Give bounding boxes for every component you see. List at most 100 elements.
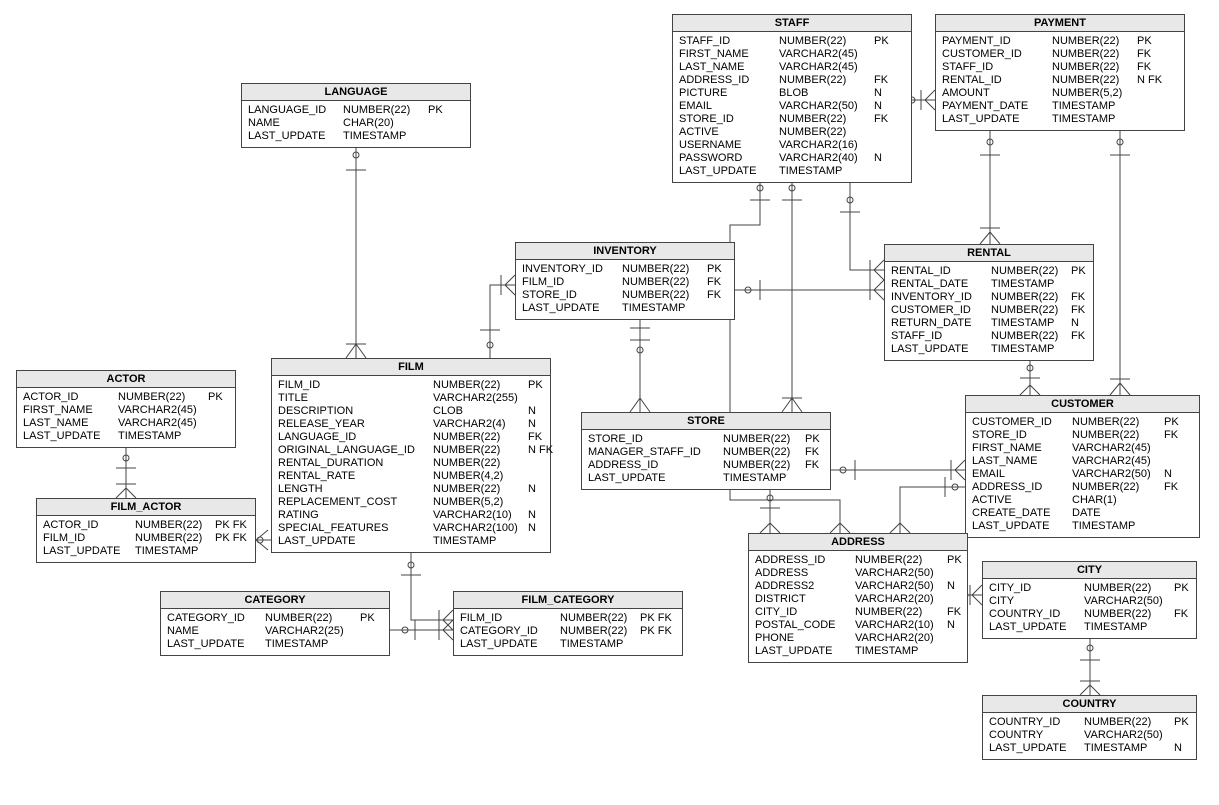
column-type: NUMBER(22): [855, 606, 947, 619]
column-flags: [1071, 343, 1093, 356]
entity-actor[interactable]: ACTORACTOR_IDNUMBER(22)PKFIRST_NAMEVARCH…: [16, 370, 236, 448]
column-name: LAST_UPDATE: [989, 742, 1084, 755]
column-row: STORE_IDNUMBER(22)FK: [522, 289, 728, 302]
column-flags: [947, 645, 969, 658]
column-flags: PK FK: [215, 519, 255, 532]
entity-columns: ACTOR_IDNUMBER(22)PKFIRST_NAMEVARCHAR2(4…: [17, 388, 235, 447]
column-flags: FK: [1071, 330, 1093, 343]
column-name: ADDRESS_ID: [588, 459, 723, 472]
column-row: RETURN_DATETIMESTAMPN: [891, 317, 1087, 330]
entity-country[interactable]: COUNTRYCOUNTRY_IDNUMBER(22)PKCOUNTRYVARC…: [982, 695, 1197, 760]
entity-columns: STAFF_IDNUMBER(22)PKFIRST_NAMEVARCHAR2(4…: [673, 32, 911, 182]
column-name: LENGTH: [278, 483, 433, 496]
column-name: STAFF_ID: [679, 35, 779, 48]
entity-title: STORE: [582, 413, 830, 430]
column-row: DISTRICTVARCHAR2(20): [755, 593, 961, 606]
entity-film_actor[interactable]: FILM_ACTORACTOR_IDNUMBER(22)PK FKFILM_ID…: [36, 498, 256, 563]
column-type: NUMBER(22): [135, 532, 215, 545]
column-row: FILM_IDNUMBER(22)PK FK: [43, 532, 249, 545]
column-name: REPLACEMENT_COST: [278, 496, 433, 509]
entity-film[interactable]: FILMFILM_IDNUMBER(22)PKTITLEVARCHAR2(255…: [271, 358, 551, 553]
column-flags: [874, 139, 898, 152]
column-flags: [208, 404, 230, 417]
column-row: SPECIAL_FEATURESVARCHAR2(100)N: [278, 522, 544, 535]
column-flags: PK: [947, 554, 969, 567]
column-name: FIRST_NAME: [23, 404, 118, 417]
entity-payment[interactable]: PAYMENTPAYMENT_IDNUMBER(22)PKCUSTOMER_ID…: [935, 14, 1185, 131]
entity-staff[interactable]: STAFFSTAFF_IDNUMBER(22)PKFIRST_NAMEVARCH…: [672, 14, 912, 183]
column-type: NUMBER(22): [1072, 416, 1164, 429]
column-type: TIMESTAMP: [1072, 520, 1164, 533]
column-type: NUMBER(22): [1052, 35, 1137, 48]
entity-address[interactable]: ADDRESSADDRESS_IDNUMBER(22)PKADDRESSVARC…: [748, 533, 968, 663]
column-type: VARCHAR2(20): [855, 632, 947, 645]
column-type: VARCHAR2(50): [1072, 468, 1164, 481]
entity-city[interactable]: CITYCITY_IDNUMBER(22)PKCITYVARCHAR2(50)C…: [982, 561, 1197, 639]
column-flags: [208, 417, 230, 430]
column-row: LAST_UPDATETIMESTAMP: [460, 638, 676, 651]
column-type: VARCHAR2(45): [118, 404, 208, 417]
column-type: NUMBER(22): [779, 74, 874, 87]
entity-inventory[interactable]: INVENTORYINVENTORY_IDNUMBER(22)PKFILM_ID…: [515, 242, 735, 320]
column-name: STAFF_ID: [942, 61, 1052, 74]
column-type: NUMBER(22): [1084, 582, 1174, 595]
column-flags: [360, 625, 382, 638]
column-flags: FK: [805, 446, 827, 459]
column-row: LANGUAGE_IDNUMBER(22)PK: [248, 104, 464, 117]
entity-store[interactable]: STORESTORE_IDNUMBER(22)PKMANAGER_STAFF_I…: [581, 412, 831, 490]
entity-title: ADDRESS: [749, 534, 967, 551]
entity-customer[interactable]: CUSTOMERCUSTOMER_IDNUMBER(22)PKSTORE_IDN…: [965, 395, 1200, 538]
column-type: NUMBER(22): [723, 459, 805, 472]
column-flags: [874, 48, 898, 61]
column-row: TITLEVARCHAR2(255): [278, 392, 544, 405]
column-row: EMAILVARCHAR2(50)N: [679, 100, 905, 113]
column-row: FIRST_NAMEVARCHAR2(45): [679, 48, 905, 61]
column-name: CUSTOMER_ID: [942, 48, 1052, 61]
column-type: NUMBER(22): [622, 276, 707, 289]
column-row: COUNTRY_IDNUMBER(22)FK: [989, 608, 1190, 621]
column-row: LAST_UPDATETIMESTAMP: [588, 472, 824, 485]
column-row: PICTUREBLOBN: [679, 87, 905, 100]
column-name: STAFF_ID: [891, 330, 991, 343]
column-name: POSTAL_CODE: [755, 619, 855, 632]
entity-title: CATEGORY: [161, 592, 389, 609]
column-type: NUMBER(22): [779, 35, 874, 48]
entity-title: CITY: [983, 562, 1196, 579]
column-name: STORE_ID: [972, 429, 1072, 442]
column-name: CREATE_DATE: [972, 507, 1072, 520]
column-flags: FK: [947, 606, 969, 619]
column-type: VARCHAR2(45): [1072, 455, 1164, 468]
column-type: DATE: [1072, 507, 1164, 520]
relationship-store-address: [760, 485, 780, 533]
column-name: PASSWORD: [679, 152, 779, 165]
column-flags: [1174, 595, 1196, 608]
column-row: STORE_IDNUMBER(22)PK: [588, 433, 824, 446]
column-name: LAST_UPDATE: [460, 638, 560, 651]
column-flags: [874, 126, 898, 139]
entity-columns: PAYMENT_IDNUMBER(22)PKCUSTOMER_IDNUMBER(…: [936, 32, 1184, 130]
entity-category[interactable]: CATEGORYCATEGORY_IDNUMBER(22)PKNAMEVARCH…: [160, 591, 390, 656]
column-type: NUMBER(22): [1072, 481, 1164, 494]
entity-title: LANGUAGE: [242, 84, 470, 101]
column-flags: [1137, 87, 1171, 100]
column-row: PASSWORDVARCHAR2(40)N: [679, 152, 905, 165]
column-row: LAST_UPDATETIMESTAMP: [522, 302, 728, 315]
entity-rental[interactable]: RENTALRENTAL_IDNUMBER(22)PKRENTAL_DATETI…: [884, 244, 1094, 361]
column-flags: PK: [1174, 716, 1196, 729]
column-type: NUMBER(22): [118, 391, 208, 404]
column-row: ADDRESS_IDNUMBER(22)FK: [679, 74, 905, 87]
column-row: EMAILVARCHAR2(50)N: [972, 468, 1193, 481]
column-type: TIMESTAMP: [265, 638, 360, 651]
column-row: FIRST_NAMEVARCHAR2(45): [23, 404, 229, 417]
column-row: LAST_UPDATETIMESTAMP: [167, 638, 383, 651]
column-type: TIMESTAMP: [135, 545, 215, 558]
column-type: TIMESTAMP: [433, 535, 528, 548]
column-flags: [1137, 113, 1171, 126]
entity-film_category[interactable]: FILM_CATEGORYFILM_IDNUMBER(22)PK FKCATEG…: [453, 591, 683, 656]
column-row: CITY_IDNUMBER(22)PK: [989, 582, 1190, 595]
entity-language[interactable]: LANGUAGELANGUAGE_IDNUMBER(22)PKNAMECHAR(…: [241, 83, 471, 148]
column-flags: PK: [805, 433, 827, 446]
column-row: COUNTRYVARCHAR2(50): [989, 729, 1190, 742]
column-row: RENTAL_DATETIMESTAMP: [891, 278, 1087, 291]
entity-columns: RENTAL_IDNUMBER(22)PKRENTAL_DATETIMESTAM…: [885, 262, 1093, 360]
